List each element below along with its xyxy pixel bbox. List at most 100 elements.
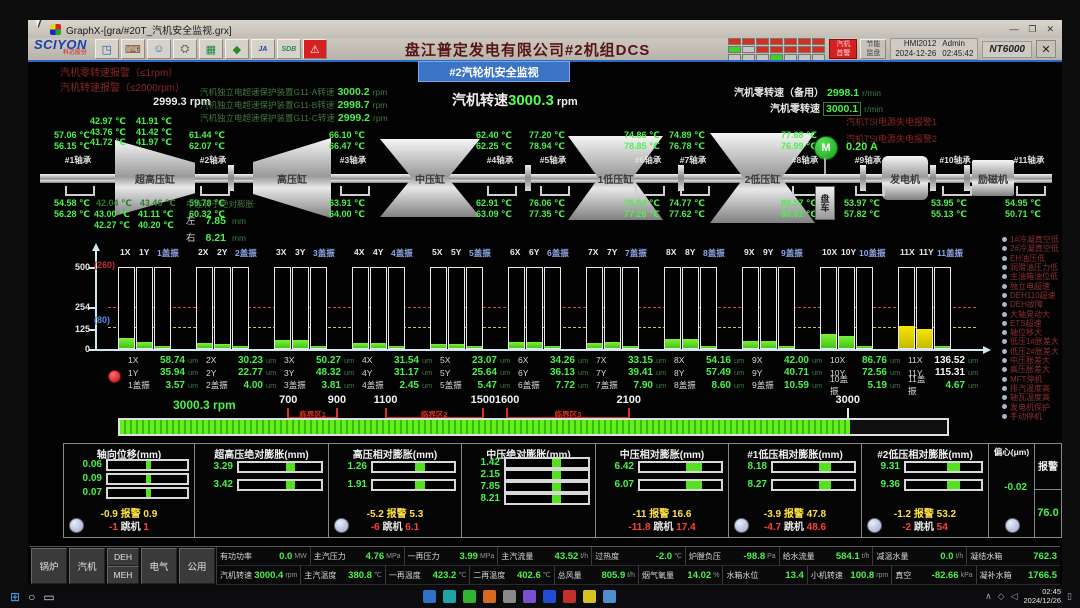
parameter-value: 0.0 — [279, 551, 292, 562]
panel-bar-marker-icon — [819, 481, 831, 489]
vibration-bar — [586, 267, 603, 349]
expansion-panels: 轴向位移(mm)0.060.090.07-0.9 报警 0.9-1 跳机 1超高… — [63, 443, 1062, 538]
start-icon[interactable]: ⊞ — [10, 590, 20, 604]
panel-bar-marker-icon — [552, 471, 561, 479]
taskbar-clock[interactable]: 02:452024/12/26 — [1024, 588, 1062, 605]
parameter-unit: ℃ — [374, 571, 382, 579]
first-out-button[interactable]: 汽机 首警 — [829, 39, 857, 59]
taskbar-app-icon[interactable] — [483, 590, 496, 603]
g11a-speed: 汽机独立电超速保护装置G11-A转速3000.2rpm — [200, 86, 387, 98]
hmi-station: HMI2012 — [904, 39, 936, 48]
panel-bar — [771, 461, 856, 473]
minimize-button[interactable]: — — [1009, 24, 1018, 35]
bar-group-labels: 2X2Y2盖振 — [196, 247, 270, 258]
close-button[interactable]: ✕ — [1046, 24, 1054, 35]
tray-chevron-icon[interactable]: ∧ — [985, 591, 992, 602]
package-icon[interactable]: ◆ — [225, 39, 249, 59]
parameter-cell: 烟气氧量14.02% — [638, 566, 722, 585]
bearing-bracket-icon — [200, 186, 230, 196]
tab-deh-meh[interactable]: DEHMEH — [107, 548, 139, 584]
parameter-value: -98.8 — [743, 551, 765, 562]
alarm-bell-icon[interactable]: ⚠ — [303, 39, 327, 59]
bar-group-labels: 9X9Y9盖振 — [742, 247, 816, 258]
panel-value-row: 3.29 — [199, 461, 323, 472]
bar-value: 31.54 — [384, 355, 419, 366]
bar-value-label: 11X — [908, 355, 930, 365]
tab-MEH[interactable]: MEH — [107, 566, 139, 584]
bar-values-column: 7X33.15um7Y39.41um7盖振7.90um — [596, 354, 672, 394]
taskbar-app-icon[interactable] — [583, 590, 596, 603]
tab-公用[interactable]: 公用 — [179, 548, 215, 584]
bar-value-unit: um — [965, 368, 984, 377]
parameter-value: 805.9 — [601, 570, 625, 581]
ja-tool-icon[interactable]: JA — [251, 39, 275, 59]
panel-value: 0.06 — [68, 459, 102, 470]
panel-bar-marker-icon — [819, 463, 831, 471]
bar-value-label: 2Y — [206, 368, 228, 378]
bar-label: 5盖振 — [469, 247, 491, 259]
bar-value: 57.49 — [696, 367, 731, 378]
taskbar-app-icon[interactable] — [423, 590, 436, 603]
settings-icon[interactable]: ⛭ — [173, 39, 197, 59]
volume-icon[interactable]: ◁ — [1011, 591, 1018, 602]
bar-value-row: 4Y31.17um — [362, 367, 438, 380]
parameter-unit: MPa — [480, 553, 494, 560]
search-icon[interactable]: ○ — [28, 590, 35, 604]
alarm-summary-grid[interactable] — [728, 38, 825, 61]
sdb-tool-icon[interactable]: SDB — [277, 39, 301, 59]
taskbar-app-icon[interactable] — [523, 590, 536, 603]
panel-bar — [371, 461, 456, 473]
y-tick-label: 500 — [64, 262, 90, 272]
tab-电气[interactable]: 电气 — [141, 548, 177, 584]
taskbar-app-icon[interactable] — [603, 590, 616, 603]
network-icon[interactable]: ◇ — [998, 591, 1005, 602]
bar-value-unit: um — [497, 356, 516, 365]
monitor-icon[interactable]: ▦ — [199, 39, 223, 59]
tab-汽机[interactable]: 汽机 — [69, 548, 105, 584]
taskbar-app-icon[interactable] — [503, 590, 516, 603]
graphics-icon[interactable]: ◳ — [95, 39, 119, 59]
bearing-bottom-temps: 53.97 ℃57.82 ℃ — [844, 198, 898, 220]
bar-value-unit: um — [341, 368, 360, 377]
bar-label: 11X — [900, 247, 915, 257]
speed-band-fill — [120, 420, 850, 434]
parameter-label: 水箱水位 — [726, 570, 758, 581]
notification-icon[interactable]: ▯ — [1067, 591, 1072, 602]
alarm-grid-cell — [742, 46, 755, 53]
bar-values-column: 3X50.27um3Y48.32um3盖振3.81um — [284, 354, 360, 394]
tab-DEH[interactable]: DEH — [107, 548, 139, 566]
taskbar-app-icon[interactable] — [463, 590, 476, 603]
bar-value-row: 1Y35.94um — [128, 367, 204, 380]
taskbar-app-icon[interactable] — [543, 590, 556, 603]
panel-value: 1.91 — [333, 479, 367, 490]
taskbar-app-icon[interactable] — [443, 590, 456, 603]
vibration-bar — [388, 267, 405, 349]
vibration-bar-fill — [137, 342, 152, 348]
parameter-unit: t/h — [627, 572, 635, 579]
g11b-speed: 汽机独立电超速保护装置G11-B转速2998.7rpm — [200, 99, 387, 111]
taskbar-app-icon[interactable] — [563, 590, 576, 603]
bottom-parameter-bar: 锅炉汽机DEHMEH电气公用有功功率0.0MW主汽压力4.76MPa一再压力3.… — [30, 546, 1060, 585]
panel-status-dot-icon — [734, 518, 749, 533]
bar-value-label: 7X — [596, 355, 618, 365]
bar-value-label: 2X — [206, 355, 228, 365]
toolbar-close-icon[interactable]: ✕ — [1036, 40, 1056, 58]
speed-tick-label: 900 — [328, 394, 346, 406]
tab-锅炉[interactable]: 锅炉 — [31, 548, 67, 584]
bar-value-unit: um — [263, 368, 282, 377]
task-view-icon[interactable]: ▭ — [43, 590, 54, 604]
restore-button[interactable]: ❐ — [1028, 24, 1036, 35]
bar-value-unit: um — [497, 368, 516, 377]
bar-value-row: 11X136.52um — [908, 354, 984, 367]
bar-value-row: 7盖振7.90um — [596, 379, 672, 392]
vibration-bar-fill — [701, 346, 716, 348]
keyboard-icon[interactable]: ⌨ — [121, 39, 145, 59]
operator-icon[interactable]: ☺ — [147, 39, 171, 59]
alarm-grid-cell — [770, 46, 783, 53]
cylinder-label: 高压缸 — [277, 171, 307, 186]
bar-label: 4X — [354, 247, 364, 257]
parameter-label: 减温水量 — [876, 551, 908, 562]
mode-button[interactable]: 节能 监盘 — [860, 39, 886, 59]
bar-value-unit: um — [731, 368, 750, 377]
panel-value: 2.15 — [466, 469, 500, 480]
